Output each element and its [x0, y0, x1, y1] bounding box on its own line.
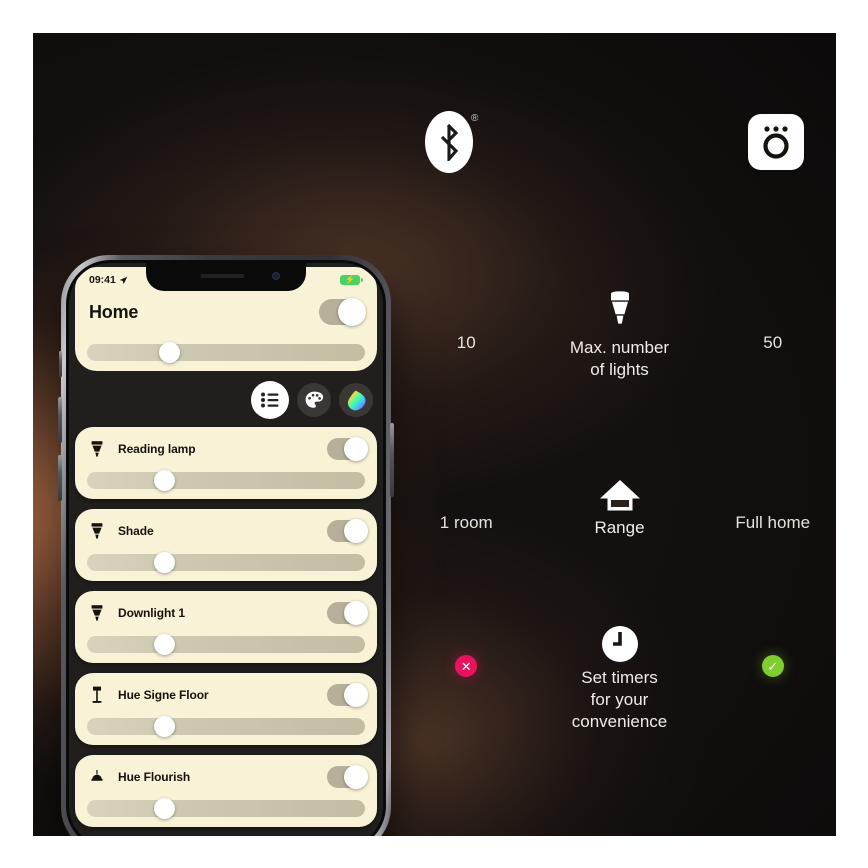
list-item[interactable]: Hue Flourish: [75, 755, 377, 827]
list-item[interactable]: Shade: [75, 509, 377, 581]
list-item[interactable]: Hue Signe Floor: [75, 673, 377, 745]
screenshot-canvas: 09:41 ⚡ Home Reading lamp Shade Downligh…: [33, 33, 836, 836]
phone-volume-up-button[interactable]: [58, 397, 62, 443]
palette-icon: [305, 391, 323, 408]
light-brightness-slider[interactable]: [87, 470, 365, 491]
feature-right-value: 50: [763, 333, 783, 352]
home-master-toggle[interactable]: [319, 298, 366, 326]
light-toggle[interactable]: [327, 519, 368, 543]
location-arrow-icon: [119, 276, 128, 284]
light-name: Reading lamp: [118, 442, 196, 456]
light-toggle[interactable]: [327, 437, 368, 461]
feature-label-line-1: Max. number: [569, 338, 670, 357]
bluetooth-logo: [425, 111, 473, 173]
lights-list: Reading lamp Shade Downlight 1 Hue Signe…: [75, 427, 377, 836]
feature-center: Max. number of lights: [530, 291, 710, 381]
battery-charging-icon: ⚡: [340, 275, 363, 285]
logo-row: ®: [403, 111, 836, 181]
clock-icon: [601, 626, 638, 662]
slider-knob[interactable]: [153, 470, 175, 491]
light-toggle[interactable]: [327, 765, 368, 789]
front-camera-icon: [272, 272, 280, 280]
comparison-panel: ® 10 Max. number of lights 50 1 room Ran…: [403, 33, 836, 836]
feature-center: Range: [530, 471, 710, 539]
light-name: Downlight 1: [118, 606, 185, 620]
feature-icon: [530, 471, 710, 513]
house-icon: [599, 480, 640, 511]
bulb-spot-icon: [91, 523, 103, 539]
list-item[interactable]: Downlight 1: [75, 591, 377, 663]
slider-knob[interactable]: [153, 798, 175, 819]
phone-mockup: 09:41 ⚡ Home Reading lamp Shade Downligh…: [58, 255, 394, 836]
toggle-knob: [344, 519, 368, 543]
feature-range: 1 room Range Full home: [403, 471, 836, 539]
feature-left-value: 1 room: [439, 513, 493, 532]
status-bar-time: 09:41: [89, 274, 116, 286]
light-brightness-slider[interactable]: [87, 634, 365, 655]
check-badge: ✓: [761, 655, 784, 677]
phone-bezel: 09:41 ⚡ Home Reading lamp Shade Downligh…: [66, 260, 386, 836]
phone-power-button[interactable]: [390, 423, 394, 497]
phone-silent-switch[interactable]: [59, 351, 62, 377]
feature-timers: ✕ Set timers for your convenience ✓: [403, 621, 836, 733]
list-view-button[interactable]: [251, 381, 289, 419]
scenes-button[interactable]: [297, 383, 331, 417]
light-brightness-slider[interactable]: [87, 716, 365, 737]
feature-label-line-1: Set timers: [581, 668, 658, 687]
bulb-spot-icon: [91, 441, 103, 457]
feature-right-badge: ✓: [710, 621, 837, 677]
toggle-knob: [344, 765, 368, 789]
bulb-icon: [610, 291, 629, 324]
light-brightness-slider[interactable]: [87, 552, 365, 573]
light-brightness-slider[interactable]: [87, 798, 365, 819]
floor-lamp-icon: [92, 686, 102, 703]
ceiling-lamp-icon: [91, 770, 103, 781]
color-picker-button[interactable]: [339, 383, 373, 417]
feature-center: Set timers for your convenience: [530, 621, 710, 733]
registered-trademark-symbol: ®: [471, 113, 479, 124]
light-toggle[interactable]: [327, 683, 368, 707]
cross-badge: ✕: [455, 655, 478, 677]
slider-knob[interactable]: [159, 342, 181, 363]
hue-bridge-icon: [763, 126, 789, 159]
list-item[interactable]: Reading lamp: [75, 427, 377, 499]
home-title: Home: [89, 301, 139, 322]
feature-left-badge: ✕: [403, 621, 530, 677]
list-icon: [261, 392, 279, 408]
toggle-knob: [344, 601, 368, 625]
feature-max-lights: 10 Max. number of lights 50: [403, 291, 836, 381]
feature-left-value: 10: [456, 333, 476, 352]
phone-screen: 09:41 ⚡ Home Reading lamp Shade Downligh…: [69, 263, 383, 836]
toggle-knob: [344, 437, 368, 461]
feature-icon: [530, 621, 710, 663]
light-name: Hue Flourish: [118, 770, 191, 784]
phone-frame: 09:41 ⚡ Home Reading lamp Shade Downligh…: [58, 255, 394, 836]
slider-knob[interactable]: [153, 634, 175, 655]
view-mode-buttons: [251, 381, 373, 419]
feature-label: Max. number of lights: [530, 337, 710, 381]
hue-bridge-logo: [748, 114, 804, 170]
light-name: Shade: [118, 524, 154, 538]
phone-notch: [146, 263, 306, 291]
slider-knob[interactable]: [153, 552, 175, 573]
feature-right-value: Full home: [735, 513, 811, 532]
feature-label-line-3: convenience: [571, 712, 668, 732]
home-header-row: Home: [89, 298, 366, 326]
toggle-knob: [338, 298, 366, 326]
color-drop-icon: [347, 390, 365, 410]
slider-knob[interactable]: [153, 716, 175, 737]
light-toggle[interactable]: [327, 601, 368, 625]
earpiece-speaker: [200, 274, 245, 278]
home-brightness-slider[interactable]: [87, 342, 365, 363]
feature-label-line-2: for your: [590, 690, 649, 710]
feature-label-line-2: of lights: [590, 360, 649, 380]
bulb-spot-icon: [91, 605, 103, 621]
feature-label: Set timers for your convenience: [530, 667, 710, 733]
light-name: Hue Signe Floor: [118, 688, 209, 702]
phone-volume-down-button[interactable]: [58, 455, 62, 501]
feature-icon: [530, 291, 710, 333]
toggle-knob: [344, 683, 368, 707]
feature-label: Range: [594, 518, 645, 537]
bluetooth-icon: [440, 123, 459, 161]
